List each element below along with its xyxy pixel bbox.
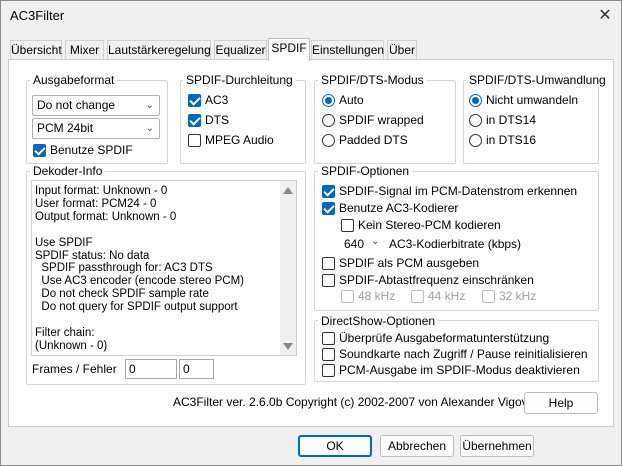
dts-mode-wrapped-label: SPDIF wrapped — [339, 113, 424, 127]
bitrate-label: AC3-Kodierbitrate (kbps) — [389, 237, 522, 251]
rate-32-checkbox[interactable] — [482, 290, 495, 303]
cancel-button[interactable]: Abbrechen — [380, 435, 454, 457]
spdif-as-pcm-label: SPDIF als PCM ausgeben — [339, 256, 480, 270]
chevron-down-icon: ⌄ — [145, 100, 154, 111]
rate-44-label: 44 kHz — [428, 289, 466, 303]
no-stereo-pcm-label: Kein Stereo-PCM kodieren — [358, 218, 501, 232]
check-output-format-checkbox[interactable] — [322, 332, 335, 345]
apply-button[interactable]: Übernehmen — [460, 435, 534, 457]
frames-errors-label: Frames / Fehler — [32, 362, 117, 376]
dts-conv-none-label: Nicht umwandeln — [486, 93, 579, 107]
check-output-format-label: Überprüfe Ausgabeformatunterstützung — [339, 331, 550, 345]
title-bar — [0, 0, 622, 32]
tab-equalizer[interactable]: Equalizer — [214, 40, 267, 60]
output-format-select[interactable]: Do not change ⌄ — [32, 95, 160, 116]
no-stereo-pcm-checkbox[interactable] — [341, 219, 354, 232]
passthrough-dts-checkbox[interactable] — [188, 114, 201, 127]
reinit-soundcard-checkbox[interactable] — [322, 348, 335, 361]
passthrough-dts-label: DTS — [205, 113, 229, 127]
passthrough-mpeg-checkbox[interactable] — [188, 134, 201, 147]
tab-ueber[interactable]: Über — [387, 40, 417, 60]
errors-field[interactable]: 0 — [179, 359, 214, 379]
rate-48-label: 48 kHz — [358, 289, 396, 303]
decoder-info-textbox[interactable]: Input format: Unknown - 0 User format: P… — [31, 180, 297, 356]
tab-lautstaerkeregelung[interactable]: Lautstärkeregelung — [107, 40, 211, 60]
passthrough-mpeg-label: MPEG Audio — [205, 133, 274, 147]
chevron-down-icon: ⌄ — [145, 123, 154, 134]
dts-conv-dts14-radio[interactable] — [469, 114, 482, 127]
decoder-info-label: Dekoder-Info — [30, 164, 106, 178]
dts-mode-wrapped-radio[interactable] — [322, 114, 335, 127]
restrict-rate-checkbox[interactable] — [322, 274, 335, 287]
restrict-rate-label: SPDIF-Abtastfrequenz einschränken — [339, 273, 534, 287]
close-icon[interactable]: ✕ — [594, 5, 616, 27]
rate-48-checkbox[interactable] — [341, 290, 354, 303]
dts-mode-padded-label: Padded DTS — [339, 133, 408, 147]
dts-mode-auto-radio[interactable] — [322, 94, 335, 107]
pcm-bits-select[interactable]: PCM 24bit ⌄ — [32, 118, 160, 139]
tab-einstellungen[interactable]: Einstellungen — [311, 40, 384, 60]
triangle-up-icon[interactable] — [283, 187, 293, 194]
passthrough-label: SPDIF-Durchleitung — [183, 73, 296, 87]
dts-conversion-label: SPDIF/DTS-Umwandlung — [466, 73, 609, 87]
use-ac3-encoder-label: Benutze AC3-Kodierer — [339, 201, 459, 215]
tab-spdif[interactable]: SPDIF — [268, 38, 310, 61]
rate-32-label: 32 kHz — [499, 289, 537, 303]
rate-44-checkbox[interactable] — [411, 290, 424, 303]
decoder-info-scrollbar[interactable] — [280, 181, 296, 355]
tab-mixer[interactable]: Mixer — [65, 40, 104, 60]
ausgabeformat-label: Ausgabeformat — [30, 73, 118, 87]
window-title: AC3Filter — [10, 8, 65, 23]
frames-field[interactable]: 0 — [125, 359, 177, 379]
use-ac3-encoder-checkbox[interactable] — [322, 202, 335, 215]
pcm-bits-value: PCM 24bit — [37, 121, 94, 135]
help-button[interactable]: Help — [524, 392, 598, 414]
dts-mode-label: SPDIF/DTS-Modus — [318, 73, 427, 87]
spdif-options-label: SPDIF-Optionen — [318, 164, 413, 178]
decoder-info-text: Input format: Unknown - 0 User format: P… — [35, 185, 245, 352]
use-spdif-checkbox[interactable] — [33, 144, 46, 157]
use-spdif-label: Benutze SPDIF — [50, 143, 133, 157]
dts-mode-padded-radio[interactable] — [322, 134, 335, 147]
dts-conv-none-radio[interactable] — [469, 94, 482, 107]
detect-spdif-label: SPDIF-Signal im PCM-Datenstrom erkennen — [339, 184, 578, 198]
tab-uebersicht[interactable]: Übersicht — [10, 40, 62, 60]
detect-spdif-checkbox[interactable] — [322, 185, 335, 198]
reinit-soundcard-label: Soundkarte nach Zugriff / Pause reinitia… — [339, 347, 588, 361]
dts-mode-auto-label: Auto — [339, 93, 364, 107]
chevron-down-icon: ⌄ — [371, 236, 380, 247]
bitrate-select[interactable]: 640 ⌄ — [340, 235, 386, 255]
copyright-text: AC3Filter ver. 2.6.0b Copyright (c) 2002… — [173, 395, 546, 409]
bitrate-value: 640 — [344, 237, 365, 251]
dts-conv-dts16-label: in DTS16 — [486, 133, 537, 147]
passthrough-ac3-label: AC3 — [205, 93, 229, 107]
passthrough-ac3-checkbox[interactable] — [188, 94, 201, 107]
output-format-value: Do not change — [37, 98, 116, 112]
directshow-label: DirectShow-Optionen — [318, 314, 439, 328]
disable-pcm-spdif-checkbox[interactable] — [322, 364, 335, 377]
spdif-as-pcm-checkbox[interactable] — [322, 257, 335, 270]
ok-button[interactable]: OK — [298, 435, 372, 457]
triangle-down-icon[interactable] — [283, 343, 293, 350]
dts-conv-dts14-label: in DTS14 — [486, 113, 537, 127]
dts-conv-dts16-radio[interactable] — [469, 134, 482, 147]
disable-pcm-spdif-label: PCM-Ausgabe im SPDIF-Modus deaktivieren — [339, 363, 580, 377]
